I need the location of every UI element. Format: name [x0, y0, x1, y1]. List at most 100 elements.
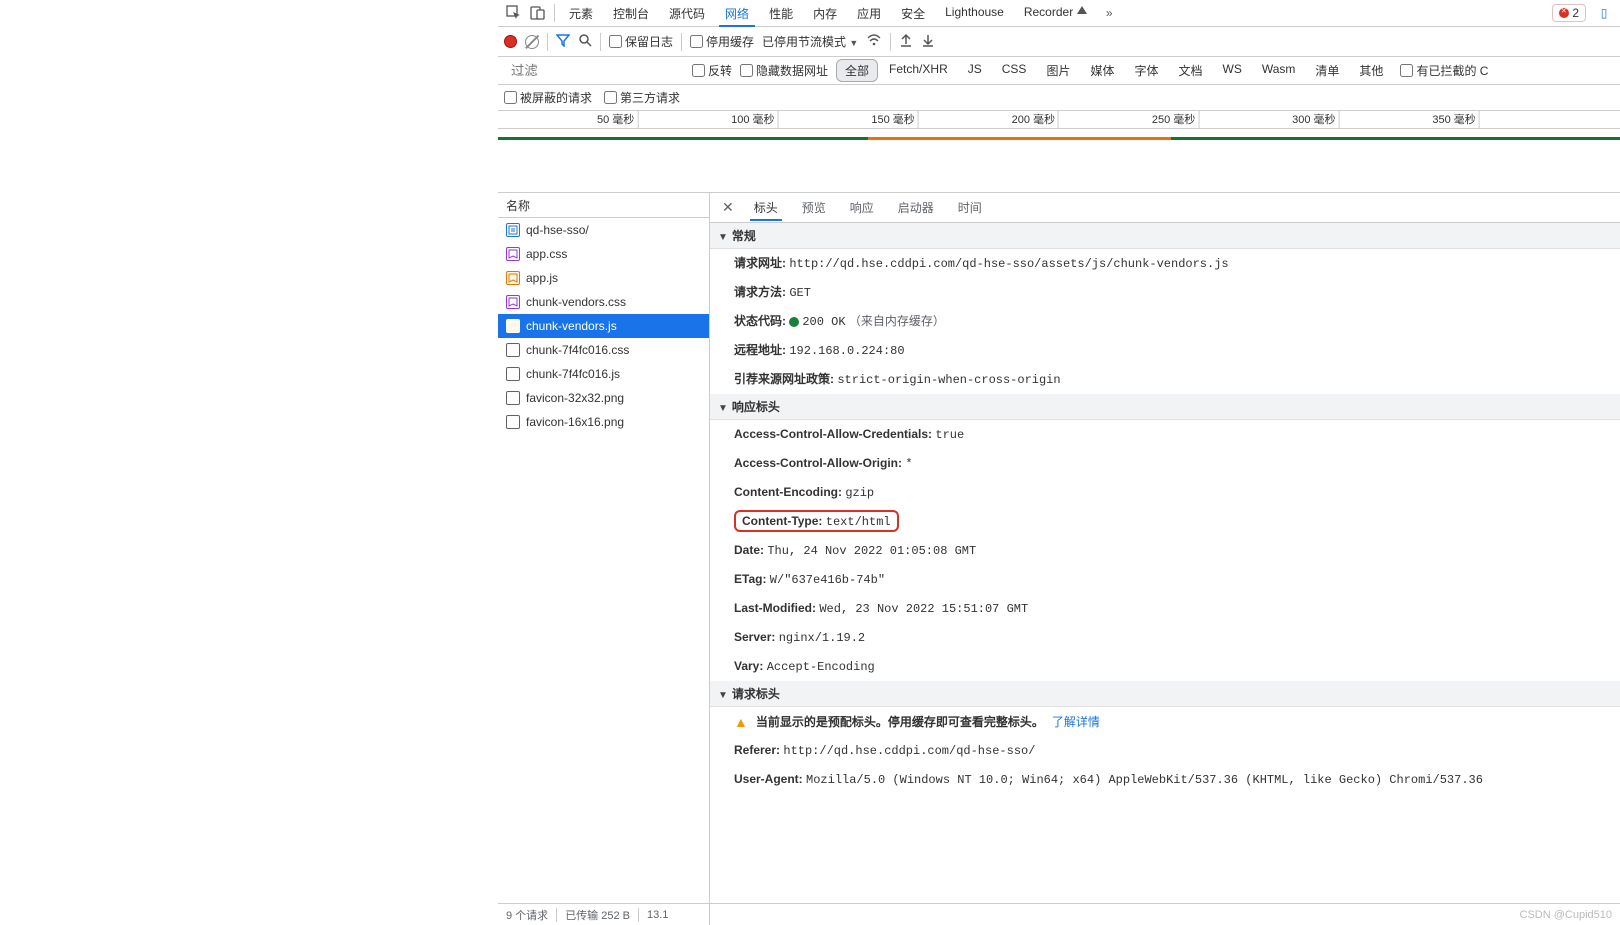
header-row: Access-Control-Allow-Origin: *: [710, 449, 1620, 478]
other-file-icon: [506, 391, 520, 405]
timeline-segment: [868, 137, 1171, 140]
main-tab-元素[interactable]: 元素: [559, 1, 603, 26]
type-filter-WS[interactable]: WS: [1214, 59, 1251, 82]
record-button[interactable]: [504, 35, 517, 48]
timeline[interactable]: 50 毫秒100 毫秒150 毫秒200 毫秒250 毫秒300 毫秒350 毫…: [498, 111, 1620, 193]
main-tab-源代码[interactable]: 源代码: [659, 1, 715, 26]
request-name: chunk-vendors.css: [526, 295, 626, 309]
main-tab-Recorder[interactable]: Recorder: [1014, 1, 1097, 26]
blocked-requests-checkbox[interactable]: 被屏蔽的请求: [504, 89, 592, 106]
close-detail-button[interactable]: ✕: [714, 195, 742, 220]
more-tabs-icon[interactable]: »: [1097, 1, 1121, 25]
status-resources: 13.1: [647, 909, 668, 921]
column-header-name[interactable]: 名称: [498, 193, 709, 218]
main-tab-应用[interactable]: 应用: [847, 1, 891, 26]
request-row[interactable]: qd-hse-sso/: [498, 218, 709, 242]
invert-checkbox[interactable]: 反转: [692, 62, 732, 79]
device-toolbar-icon[interactable]: [526, 1, 550, 25]
download-har-icon[interactable]: [921, 33, 935, 50]
learn-more-link[interactable]: 了解详情: [1052, 713, 1100, 730]
header-row: Content-Type: text/html: [710, 507, 1620, 536]
main-tab-控制台[interactable]: 控制台: [603, 1, 659, 26]
search-icon[interactable]: [578, 33, 592, 50]
header-row: Server: nginx/1.19.2: [710, 623, 1620, 652]
type-filter-Wasm[interactable]: Wasm: [1253, 59, 1305, 82]
type-filter-Fetch/XHR[interactable]: Fetch/XHR: [880, 59, 957, 82]
network-toolbar: 保留日志 停用缓存 已停用节流模式 ▼: [498, 27, 1620, 57]
separator: [554, 4, 555, 22]
inspect-icon[interactable]: [502, 1, 526, 25]
main-tab-安全[interactable]: 安全: [891, 1, 935, 26]
clear-button[interactable]: [525, 35, 539, 49]
request-row[interactable]: chunk-vendors.css: [498, 290, 709, 314]
request-detail: ✕ 标头预览响应启动器时间 ▼常规请求网址: http://qd.hse.cdd…: [710, 193, 1620, 925]
main-tab-网络[interactable]: 网络: [715, 1, 759, 26]
other-file-icon: [506, 415, 520, 429]
request-name: app.css: [526, 247, 567, 261]
detail-tab-标头[interactable]: 标头: [742, 195, 790, 220]
request-row[interactable]: chunk-vendors.js: [498, 314, 709, 338]
main-tab-Lighthouse[interactable]: Lighthouse: [935, 1, 1014, 26]
request-rows: qd-hse-sso/app.css app.js chunk-vendors.cs…: [498, 218, 709, 434]
timeline-segment: [498, 137, 868, 140]
type-filter-图片[interactable]: 图片: [1037, 59, 1079, 82]
header-row: 远程地址: 192.168.0.224:80: [710, 336, 1620, 365]
type-filter-清单[interactable]: 清单: [1306, 59, 1348, 82]
header-row: 状态代码: 200 OK （来自内存缓存）: [710, 307, 1620, 336]
detail-tab-响应[interactable]: 响应: [838, 195, 886, 220]
header-row: Last-Modified: Wed, 23 Nov 2022 15:51:07…: [710, 594, 1620, 623]
type-filter-媒体[interactable]: 媒体: [1081, 59, 1123, 82]
section-header[interactable]: ▼请求标头: [710, 681, 1620, 707]
header-row: Referer: http://qd.hse.cddpi.com/qd-hse-…: [710, 736, 1620, 765]
error-badge[interactable]: 2: [1552, 4, 1586, 22]
request-row[interactable]: app.js: [498, 266, 709, 290]
filter-bar-2: 被屏蔽的请求 第三方请求: [498, 85, 1620, 111]
request-row[interactable]: favicon-32x32.png: [498, 386, 709, 410]
other-file-icon: [506, 367, 520, 381]
type-filter-文档[interactable]: 文档: [1169, 59, 1211, 82]
separator: [890, 33, 891, 51]
disable-cache-checkbox[interactable]: 停用缓存: [690, 33, 754, 50]
request-row[interactable]: app.css: [498, 242, 709, 266]
type-filter-字体[interactable]: 字体: [1125, 59, 1167, 82]
request-name: chunk-7f4fc016.css: [526, 343, 629, 357]
type-filter-CSS[interactable]: CSS: [993, 59, 1036, 82]
filter-toggle-icon[interactable]: [556, 33, 570, 50]
main-tab-性能[interactable]: 性能: [759, 1, 803, 26]
wifi-icon[interactable]: [866, 32, 882, 51]
blocked-cookies-checkbox[interactable]: 有已拦截的 C: [1400, 62, 1488, 79]
timeline-tick: 250 毫秒: [1152, 111, 1199, 129]
chat-icon[interactable]: ▯: [1592, 1, 1616, 25]
request-name: chunk-vendors.js: [526, 319, 617, 333]
section-header[interactable]: ▼响应标头: [710, 394, 1620, 420]
detail-tab-预览[interactable]: 预览: [790, 195, 838, 220]
headers-pane: ▼常规请求网址: http://qd.hse.cddpi.com/qd-hse-…: [710, 223, 1620, 925]
detail-tab-时间[interactable]: 时间: [946, 195, 994, 220]
js-file-icon: [506, 319, 520, 333]
timeline-segment: [1171, 137, 1620, 140]
request-row[interactable]: chunk-7f4fc016.js: [498, 362, 709, 386]
header-row: Vary: Accept-Encoding: [710, 652, 1620, 681]
throttle-select[interactable]: 已停用节流模式 ▼: [762, 33, 858, 50]
third-party-checkbox[interactable]: 第三方请求: [604, 89, 680, 106]
upload-har-icon[interactable]: [899, 33, 913, 50]
header-row: ETag: W/"637e416b-74b": [710, 565, 1620, 594]
filter-input[interactable]: [504, 59, 684, 82]
request-name: favicon-16x16.png: [526, 415, 624, 429]
detail-tab-启动器[interactable]: 启动器: [886, 195, 946, 220]
request-row[interactable]: favicon-16x16.png: [498, 410, 709, 434]
type-filter-其他[interactable]: 其他: [1350, 59, 1392, 82]
type-filters: 全部Fetch/XHRJSCSS图片媒体字体文档WSWasm清单其他: [836, 59, 1392, 82]
type-filter-JS[interactable]: JS: [959, 59, 991, 82]
separator: [681, 33, 682, 51]
main-tab-内存[interactable]: 内存: [803, 1, 847, 26]
section-header[interactable]: ▼常规: [710, 223, 1620, 249]
status-bar: 9 个请求 已传输 252 B 13.1 CSDN @Cupid510: [498, 903, 1620, 925]
type-filter-全部[interactable]: 全部: [836, 59, 878, 82]
header-row: 引荐来源网址政策: strict-origin-when-cross-origi…: [710, 365, 1620, 394]
request-row[interactable]: chunk-7f4fc016.css: [498, 338, 709, 362]
doc-file-icon: [506, 223, 520, 237]
hide-data-urls-checkbox[interactable]: 隐藏数据网址: [740, 62, 828, 79]
preserve-log-checkbox[interactable]: 保留日志: [609, 33, 673, 50]
detail-tabs: ✕ 标头预览响应启动器时间: [710, 193, 1620, 223]
